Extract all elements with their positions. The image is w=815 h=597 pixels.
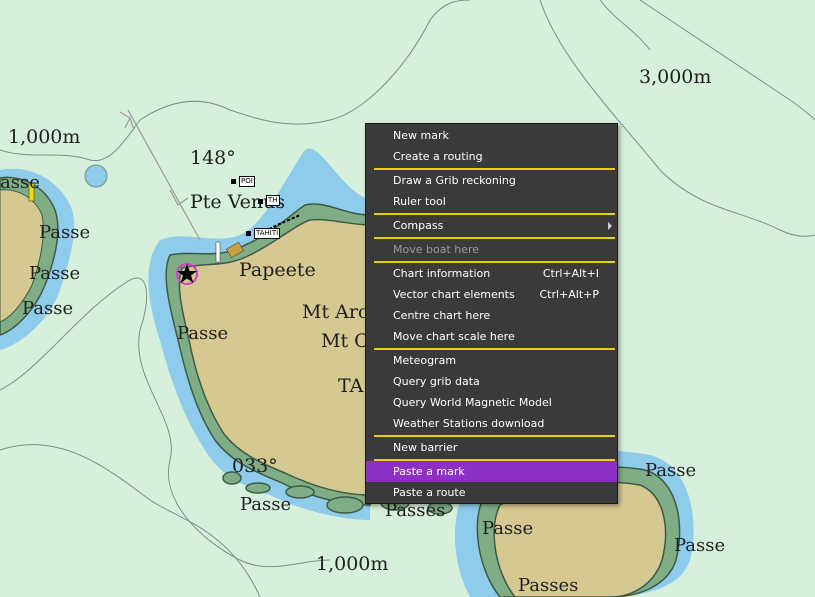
depth-label-3000m: 3,000m [639,66,712,88]
place-label-mt-o: Mt O [321,330,370,352]
menu-item-chart-information[interactable]: Chart information Ctrl+Alt+I [366,263,617,284]
menu-item-centre-chart-here[interactable]: Centre chart here [366,305,617,326]
bearing-label-033: 033° [232,455,278,477]
poi-tag-2[interactable]: TH [266,195,280,206]
place-label-passe-left-2: Passe [29,263,81,284]
depth-label-1000m-bottom: 1,000m [316,553,389,575]
submenu-arrow-icon [608,222,612,230]
menu-item-label: New mark [393,129,449,142]
place-label-passe-west: Passe [177,323,229,344]
place-label-mt-aro: Mt Aro [302,301,370,323]
menu-item-label: Chart information [393,267,491,280]
menu-item-move-chart-scale-here[interactable]: Move chart scale here [366,326,617,347]
menu-item-draw-a-grib-reckoning[interactable]: Draw a Grib reckoning [366,170,617,191]
menu-item-ruler-tool[interactable]: Ruler tool [366,191,617,212]
menu-item-new-mark[interactable]: New mark [366,125,617,146]
menu-item-move-boat-here: Move boat here [366,239,617,260]
menu-item-label: Query grib data [393,375,480,388]
bearing-label-148: 148° [190,147,236,169]
menu-item-new-barrier[interactable]: New barrier [366,437,617,458]
place-label-passe-south: Passe [240,494,292,515]
menu-item-label: Move boat here [393,243,480,256]
menu-item-shortcut: Ctrl+Alt+P [539,288,599,301]
poi-marker-1[interactable] [231,179,236,184]
place-label-asse: asse [0,172,40,193]
place-label-passe-se-1: Passe [645,460,697,481]
menu-item-label: Create a routing [393,150,483,163]
menu-item-label: Query World Magnetic Model [393,396,552,409]
menu-item-label: Ruler tool [393,195,446,208]
menu-item-label: Compass [393,219,444,232]
place-label-passe-se-3: Passe [674,535,726,556]
menu-item-paste-a-mark[interactable]: Paste a mark [366,461,617,482]
menu-item-create-a-routing[interactable]: Create a routing [366,146,617,167]
bearing-line [119,109,201,241]
menu-item-label: Draw a Grib reckoning [393,174,516,187]
poi-marker-3[interactable] [246,231,251,236]
menu-item-vector-chart-elements[interactable]: Vector chart elements Ctrl+Alt+P [366,284,617,305]
menu-item-label: New barrier [393,441,458,454]
place-label-passe-se-2: Passe [482,518,534,539]
place-label-papeete: Papeete [239,259,316,281]
menu-item-weather-stations-download[interactable]: Weather Stations download [366,413,617,434]
menu-item-compass[interactable]: Compass [366,215,617,236]
menu-item-query-world-magnetic-model[interactable]: Query World Magnetic Model [366,392,617,413]
place-label-passes-se: Passes [518,575,579,596]
place-label-ta: TA [338,375,364,397]
left-island [0,168,75,350]
poi-marker-2[interactable] [258,199,263,204]
chart-context-menu: New mark Create a routing Draw a Grib reck… [365,123,618,504]
menu-item-label: Vector chart elements [393,288,515,301]
menu-item-label: Paste a mark [393,465,465,478]
poi-tag-1[interactable]: POI [239,176,255,187]
depth-label-1000m-top: 1,000m [8,126,81,148]
poi-tag-3[interactable]: TAHITI [254,228,281,239]
place-label-passe-left-3: Passe [22,298,74,319]
menu-item-label: Move chart scale here [393,330,515,343]
place-label-passe-left-1: Passe [39,222,91,243]
place-label-passes-south-1: Passes [385,500,446,521]
menu-item-label: Meteogram [393,354,457,367]
menu-item-query-grib-data[interactable]: Query grib data [366,371,617,392]
menu-item-paste-a-route[interactable]: Paste a route [366,482,617,503]
menu-item-label: Paste a route [393,486,466,499]
menu-item-meteogram[interactable]: Meteogram [366,350,617,371]
menu-item-shortcut: Ctrl+Alt+I [542,267,599,280]
menu-item-label: Centre chart here [393,309,491,322]
menu-item-label: Weather Stations download [393,417,545,430]
